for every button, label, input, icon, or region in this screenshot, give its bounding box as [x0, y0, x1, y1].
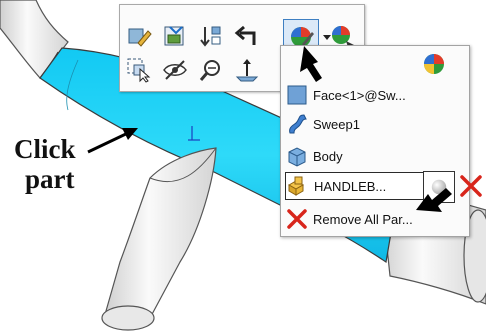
- sort-icon[interactable]: [196, 21, 226, 51]
- menu-item-part[interactable]: HANDLEB...: [285, 172, 432, 200]
- remove-icon: [285, 207, 309, 231]
- normal-to-icon[interactable]: [232, 55, 262, 85]
- edit-sketch-icon[interactable]: [160, 21, 190, 51]
- edit-part-icon[interactable]: [124, 21, 154, 51]
- zoom-to-selection-icon[interactable]: [196, 55, 226, 85]
- appearance-dropdown-menu: Face<1>@Sw... Sweep1 Body HANDLEB... Rem…: [280, 45, 470, 237]
- body-icon: [285, 144, 309, 168]
- menu-item-label: Sweep1: [313, 116, 360, 132]
- appearance-header-icon: [422, 52, 446, 76]
- callout-click-text: Click: [14, 134, 76, 164]
- part-appearance-swatch[interactable]: [423, 171, 455, 203]
- hide-icon[interactable]: [160, 55, 190, 85]
- menu-item-face[interactable]: Face<1>@Sw...: [285, 82, 465, 108]
- sweep-icon: [285, 112, 309, 136]
- menu-item-remove-all[interactable]: Remove All Par...: [285, 206, 465, 232]
- face-icon: [285, 83, 309, 107]
- select-other-icon[interactable]: [124, 55, 154, 85]
- part-icon: [286, 174, 310, 198]
- menu-item-label: Remove All Par...: [313, 211, 413, 227]
- menu-item-sweep[interactable]: Sweep1: [285, 111, 465, 137]
- menu-item-label: Body: [313, 148, 343, 164]
- undo-arrow-icon[interactable]: [232, 21, 262, 51]
- menu-item-label: Face<1>@Sw...: [313, 87, 406, 103]
- callout-part-text: part: [25, 164, 75, 194]
- remove-part-appearance-icon[interactable]: [459, 174, 483, 198]
- menu-item-body[interactable]: Body: [285, 143, 465, 169]
- menu-item-label: HANDLEB...: [314, 178, 387, 194]
